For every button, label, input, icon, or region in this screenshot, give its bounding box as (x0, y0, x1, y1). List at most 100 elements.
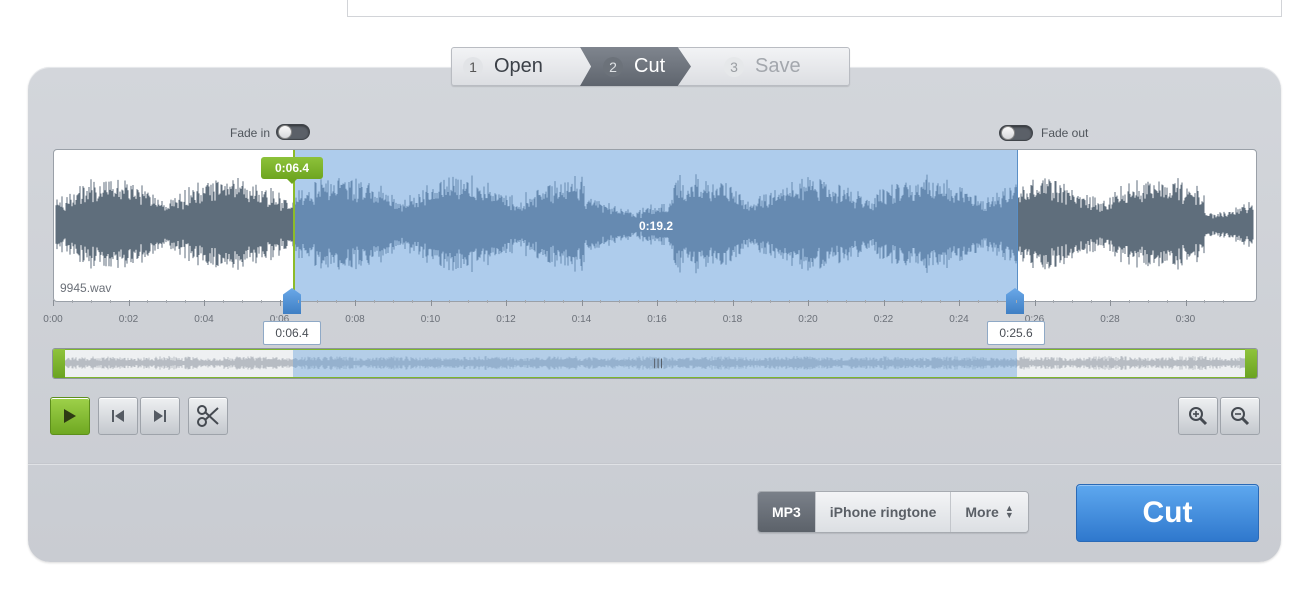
fade-out-toggle[interactable] (999, 125, 1033, 141)
ruler-tick (959, 300, 960, 306)
ruler-label: 0:28 (1100, 314, 1120, 325)
ruler-tick (1223, 300, 1225, 303)
skip-forward-icon (154, 410, 166, 422)
ruler-tick (770, 300, 772, 303)
ruler-tick (279, 300, 281, 306)
ruler-tick (1053, 300, 1055, 303)
step-label: Open (494, 55, 543, 77)
cut-button[interactable]: Cut (1076, 484, 1259, 542)
zoom-out-icon (1231, 407, 1250, 426)
ruler-label: 0:10 (420, 314, 441, 325)
play-icon (64, 409, 76, 423)
panel-divider (28, 463, 1281, 465)
ruler-tick (336, 300, 338, 303)
fade-in-label: Fade in (230, 126, 271, 140)
ruler-tick (355, 300, 356, 306)
ruler-tick (1110, 300, 1111, 306)
step-open[interactable]: 1 Open (463, 48, 543, 85)
ruler-tick (713, 300, 715, 303)
format-label: MP3 (772, 504, 801, 520)
ruler-tick (977, 300, 979, 303)
ruler-tick (600, 300, 602, 303)
playhead-time-tag: 0:06.4 (261, 157, 323, 184)
ruler-tick (902, 300, 904, 303)
end-time-input[interactable]: 0:25.6 (987, 321, 1045, 345)
updown-arrows-icon: ▲ ▼ (1004, 503, 1014, 520)
play-button[interactable] (50, 397, 90, 435)
ruler-tick (883, 300, 885, 306)
ruler-label: 0:16 (647, 314, 667, 325)
ruler-tick (185, 300, 187, 303)
fade-in-toggle[interactable] (276, 124, 310, 140)
ruler-tick (1128, 300, 1130, 303)
ruler-tick (430, 300, 432, 306)
step-save[interactable]: 3 Save (724, 48, 801, 85)
ruler-tick (543, 300, 545, 303)
ruler-label: 0:14 (571, 314, 592, 325)
file-name: 9945.wav (60, 281, 112, 295)
overview-left-grip[interactable] (53, 349, 65, 378)
step-label: Save (755, 55, 801, 77)
ruler-tick (1015, 300, 1017, 303)
ruler-tick (1204, 300, 1206, 303)
ruler-tick (1185, 300, 1187, 306)
selection-duration: 0:19.2 (639, 219, 674, 233)
format-mp3[interactable]: MP3 (758, 492, 815, 532)
ruler-tick (732, 300, 734, 306)
step-number: 3 (724, 56, 744, 77)
ruler-tick (90, 300, 92, 303)
ruler-label: 0:30 (1175, 314, 1196, 325)
overview-scrollbar[interactable]: ||| (52, 348, 1258, 379)
ruler-label: 0:08 (345, 314, 365, 325)
start-time-input[interactable]: 0:06.4 (263, 321, 321, 345)
ruler-tick (940, 300, 942, 303)
ruler-tick (53, 300, 54, 306)
ruler-tick (260, 300, 262, 303)
fade-out-label: Fade out (1041, 126, 1089, 140)
ruler-tick (619, 300, 621, 303)
ruler-tick (298, 300, 300, 303)
zoom-in-icon (1189, 407, 1208, 426)
ruler-label: 0:18 (722, 314, 743, 325)
skip-forward-button[interactable] (140, 397, 180, 435)
ruler-tick (411, 300, 413, 303)
format-label: More (965, 504, 999, 520)
ruler-tick (808, 300, 809, 306)
ruler-tick (675, 300, 677, 303)
cut-tool-button[interactable] (188, 397, 228, 435)
ruler-tick (373, 300, 375, 303)
zoom-out-button[interactable] (1220, 397, 1260, 435)
ruler-tick (222, 300, 224, 303)
skip-back-icon (112, 410, 124, 422)
step-cut[interactable]: 2 Cut (603, 48, 665, 85)
ruler-tick (1091, 300, 1093, 303)
ruler-label: 0:00 (43, 314, 63, 325)
ruler-tick (392, 300, 394, 303)
step-number: 1 (463, 56, 483, 77)
zoom-in-button[interactable] (1178, 397, 1218, 435)
ruler-tick (1072, 300, 1074, 303)
ruler-tick (694, 300, 696, 303)
ruler-label: 0:20 (798, 314, 818, 325)
ruler-tick (487, 300, 489, 303)
ruler-tick (524, 300, 526, 303)
ruler-tick (657, 300, 658, 306)
ruler-tick (562, 300, 564, 303)
ruler-tick (921, 300, 923, 303)
ruler-label: 0:02 (118, 314, 139, 325)
ruler-tick (241, 300, 243, 303)
overview-right-grip[interactable] (1245, 349, 1257, 378)
step-label: Cut (634, 55, 666, 77)
ruler-tick (71, 300, 73, 303)
waveform-view[interactable]: 0:19.2 9945.wav (53, 149, 1257, 302)
selection-end-line (1017, 150, 1018, 301)
format-selector: MP3 iPhone ringtone More ▲ ▼ (757, 491, 1029, 533)
ruler-tick (638, 300, 640, 303)
ruler-tick (506, 300, 507, 306)
ruler-tick (1147, 300, 1149, 303)
format-iphone-ringtone[interactable]: iPhone ringtone (814, 492, 951, 532)
format-more[interactable]: More ▲ ▼ (950, 492, 1028, 532)
skip-back-button[interactable] (98, 397, 138, 435)
ruler-tick (789, 300, 791, 303)
step-tabs: 1 Open 2 Cut 3 Save (451, 47, 850, 86)
